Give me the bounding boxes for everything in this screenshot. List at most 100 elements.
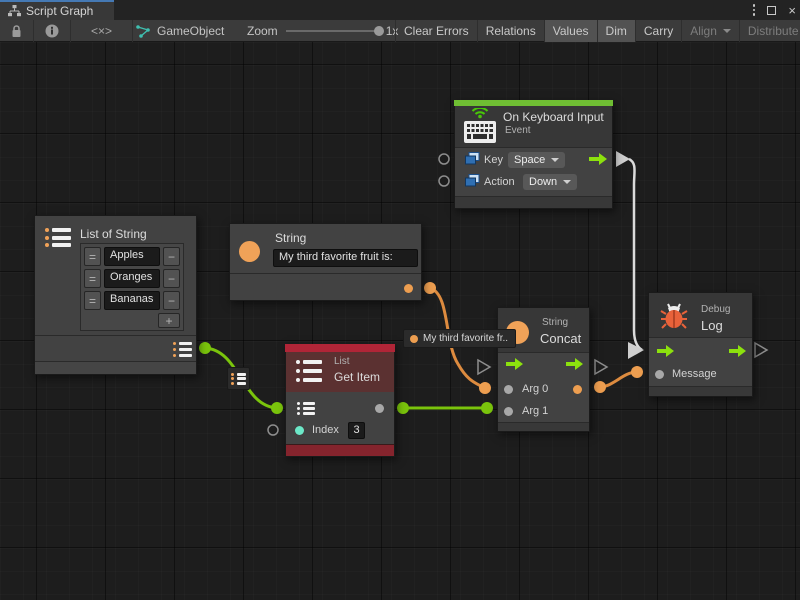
add-item-button[interactable]: + (158, 313, 180, 328)
align-button[interactable]: Align (681, 20, 739, 42)
list-output-port[interactable] (173, 342, 192, 357)
flow-in-arrow-debug[interactable] (628, 342, 644, 359)
port-string-output[interactable] (424, 282, 436, 294)
port-concat-arg0-input[interactable] (479, 382, 491, 394)
concat-result-port[interactable] (573, 385, 582, 394)
maximize-icon[interactable] (767, 6, 776, 15)
wire-value-badge-string: My third favorite fr.. (403, 329, 516, 348)
wire-value-text: My third favorite fr.. (423, 333, 508, 344)
string-result-port[interactable] (404, 284, 413, 293)
list-icon (296, 360, 322, 382)
distribute-button[interactable]: Distribute (739, 20, 800, 42)
node-title: Concat (540, 331, 581, 346)
node-string-literal[interactable]: String My third favorite fruit is: (229, 223, 422, 301)
node-subtitle: Event (505, 125, 531, 136)
node-list-of-string[interactable]: List of String = Apples − = Oranges − = … (34, 215, 197, 375)
flow-out-port[interactable] (588, 153, 608, 165)
list-editor: = Apples − = Oranges − = Bananas − + (80, 243, 184, 331)
list-icon (45, 228, 71, 247)
close-icon[interactable]: × (788, 4, 796, 17)
dim-button[interactable]: Dim (597, 20, 635, 42)
window-menu-icon[interactable] (753, 4, 756, 16)
relations-button[interactable]: Relations (477, 20, 544, 42)
flow-in-concat-unconnected[interactable] (478, 360, 490, 374)
drag-handle[interactable]: = (84, 291, 101, 310)
port-getitem-list-input[interactable] (271, 402, 283, 414)
flow-out-arrow-keyboard[interactable] (616, 151, 630, 167)
node-title: Log (701, 318, 723, 333)
code-preview-button[interactable]: <×> (71, 20, 133, 42)
port-key-unconnected[interactable] (439, 154, 449, 164)
item-result-port[interactable] (375, 404, 384, 413)
wire-concat-to-debug (600, 372, 637, 387)
arg1-input-port[interactable] (504, 407, 513, 416)
key-port-label: Key (484, 154, 503, 166)
flow-in-port[interactable] (656, 345, 675, 357)
flow-in-port[interactable] (505, 358, 524, 370)
node-concat[interactable]: String Concat Arg 0 Arg 1 (497, 307, 590, 432)
node-title: String (275, 231, 306, 245)
carry-button[interactable]: Carry (635, 20, 681, 42)
tab-bar: Script Graph × (0, 0, 800, 20)
drag-handle[interactable]: = (84, 247, 101, 266)
node-title: Get Item (334, 370, 380, 384)
drag-handle[interactable]: = (84, 269, 101, 288)
key-dropdown[interactable]: Space (508, 152, 565, 168)
chevron-down-icon (723, 29, 731, 33)
message-label: Message (672, 368, 717, 380)
graph-toolbar: <×> GameObject Zoom 1x Clear Errors Rela… (0, 20, 800, 42)
message-input-port[interactable] (655, 370, 664, 379)
wire-type-badge-list (227, 367, 250, 390)
inspect-button[interactable] (34, 20, 71, 42)
port-debug-message-input[interactable] (631, 366, 643, 378)
lock-button[interactable] (0, 20, 34, 42)
remove-item-button[interactable]: − (163, 291, 180, 310)
string-dot-icon (410, 335, 418, 343)
zoom-slider[interactable] (286, 30, 378, 32)
toolbar-buttons: Clear Errors Relations Values Dim Carry … (395, 20, 800, 42)
port-list-output[interactable] (199, 342, 211, 354)
object-icon (465, 174, 480, 187)
index-input-port[interactable] (295, 426, 304, 435)
list-item-row: = Oranges − (84, 269, 180, 288)
port-concat-arg1-input[interactable] (481, 402, 493, 414)
node-category: Debug (701, 304, 730, 315)
arg0-input-port[interactable] (504, 385, 513, 394)
flow-out-debug-unconnected[interactable] (755, 343, 767, 357)
flow-out-port[interactable] (728, 345, 747, 357)
list-icon (231, 373, 246, 385)
zoom-slider-handle[interactable] (374, 26, 384, 36)
index-value-field[interactable]: 3 (348, 422, 365, 439)
port-action-unconnected[interactable] (439, 176, 449, 186)
list-item-field[interactable]: Oranges (104, 269, 160, 288)
flow-out-concat-unconnected[interactable] (595, 360, 607, 374)
action-dropdown[interactable]: Down (523, 174, 577, 190)
list-item-row: = Bananas − (84, 291, 180, 310)
index-label: Index (312, 424, 339, 436)
values-button[interactable]: Values (544, 20, 597, 42)
gameobject-label: GameObject (157, 24, 224, 38)
gameobject-selector[interactable]: GameObject (136, 20, 224, 42)
port-index-unconnected[interactable] (268, 425, 278, 435)
node-on-keyboard-input[interactable]: On Keyboard Input Event Key Space Action… (454, 100, 613, 209)
node-category: List (334, 356, 350, 367)
graph-canvas[interactable]: On Keyboard Input Event Key Space Action… (0, 42, 800, 600)
string-icon (239, 241, 260, 262)
list-item-field[interactable]: Apples (104, 247, 160, 266)
remove-item-button[interactable]: − (163, 247, 180, 266)
node-debug-log[interactable]: Debug Log Message (648, 292, 753, 397)
string-value-field[interactable]: My third favorite fruit is: (273, 249, 418, 267)
chevron-down-icon (551, 158, 559, 162)
tab-script-graph[interactable]: Script Graph (0, 0, 114, 20)
error-accent-bar (285, 344, 395, 352)
list-item-field[interactable]: Bananas (104, 291, 160, 310)
list-input-port[interactable] (297, 402, 315, 415)
list-item-row: = Apples − (84, 247, 180, 266)
clear-errors-button[interactable]: Clear Errors (395, 20, 477, 42)
port-getitem-output[interactable] (397, 402, 409, 414)
remove-item-button[interactable]: − (163, 269, 180, 288)
gameobject-icon (136, 25, 151, 38)
port-concat-result-output[interactable] (594, 381, 606, 393)
node-get-item[interactable]: List Get Item Index 3 (285, 344, 395, 457)
flow-out-port[interactable] (565, 358, 584, 370)
